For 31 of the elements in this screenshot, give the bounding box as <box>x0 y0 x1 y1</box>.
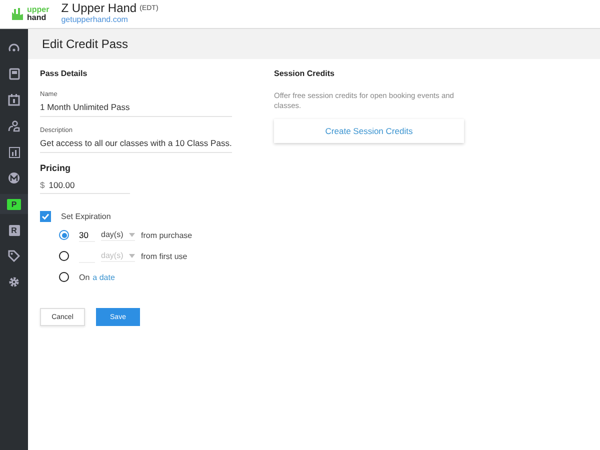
option-label: from purchase <box>141 230 192 240</box>
option-label: from first use <box>141 252 188 260</box>
sidebar-item[interactable]: R <box>0 220 28 240</box>
gauge-icon <box>8 42 20 54</box>
option-label: On <box>79 272 90 282</box>
caret-icon <box>129 232 135 236</box>
currency-symbol: $ <box>40 180 45 190</box>
hand-logo-icon <box>11 6 25 22</box>
sidebar-item[interactable]: P <box>0 194 28 214</box>
badge-icon <box>8 172 20 184</box>
radio-button[interactable] <box>59 230 69 240</box>
chart-icon <box>8 146 20 158</box>
caret-icon <box>129 254 135 258</box>
people-icon <box>8 120 20 132</box>
section-heading: Pass Details <box>40 69 88 78</box>
logo-word: upper <box>27 6 50 14</box>
checkbox-label: Set Expiration <box>61 212 111 221</box>
logo-word: hand <box>27 14 46 22</box>
section-heading: Session Credits <box>274 69 334 78</box>
calendar-icon <box>8 94 20 106</box>
page-title: Edit Credit Pass <box>42 37 128 51</box>
tag-icon <box>8 250 20 262</box>
book-icon <box>8 68 20 80</box>
business-name: Z Upper Hand <box>61 3 137 14</box>
checkbox[interactable] <box>40 211 51 222</box>
price-field[interactable]: $ 100.00 <box>40 180 130 194</box>
section-heading: Pricing <box>40 163 71 173</box>
unit-dropdown[interactable]: day(s) <box>101 229 135 241</box>
radio-button[interactable] <box>59 272 69 282</box>
radio-button[interactable] <box>59 251 69 261</box>
settings-icon <box>8 276 20 288</box>
